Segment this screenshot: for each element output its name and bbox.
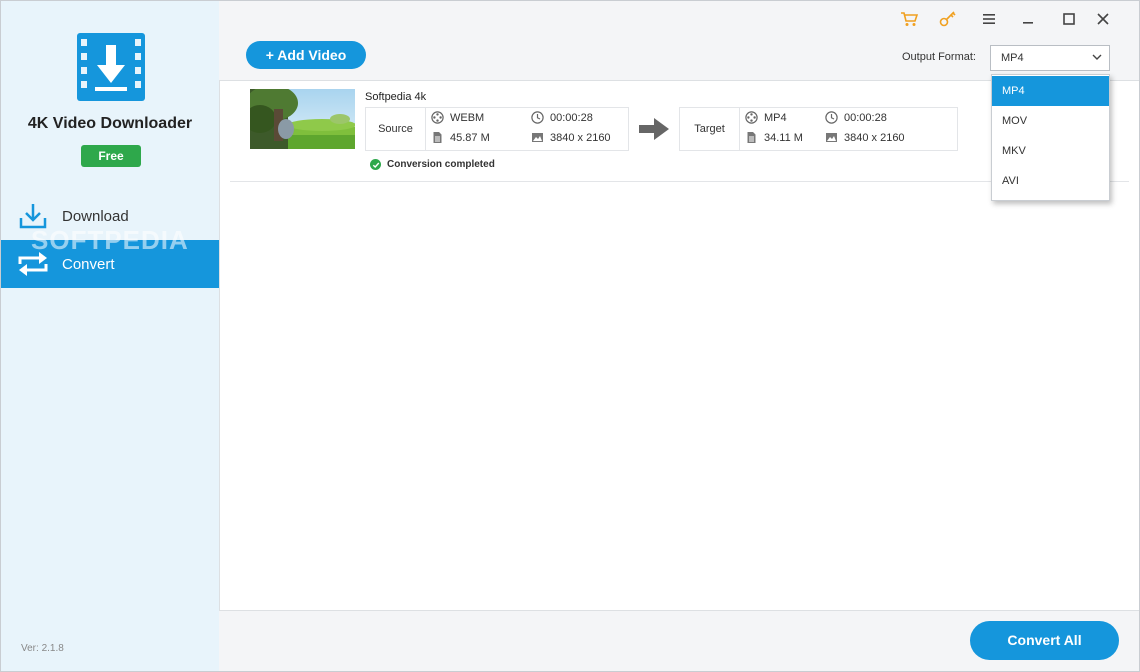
source-duration-value: 00:00:28 <box>550 111 593 124</box>
image-icon <box>532 133 543 142</box>
chevron-down-icon <box>1092 54 1102 60</box>
app-name: 4K Video Downloader <box>27 115 193 132</box>
cart-icon[interactable] <box>899 10 919 28</box>
app-window: 4K Video Downloader Free Download Conver… <box>0 0 1140 672</box>
sidebar-item-label: Convert <box>62 255 115 273</box>
source-resolution-value: 3840 x 2160 <box>550 131 611 144</box>
target-resolution: 3840 x 2160 <box>825 131 905 144</box>
film-reel-icon <box>745 111 758 124</box>
close-icon[interactable] <box>1093 10 1113 28</box>
download-icon <box>16 199 50 233</box>
file-icon <box>747 132 756 143</box>
sidebar-item-label: Download <box>62 207 129 225</box>
source-duration: 00:00:28 <box>531 111 593 124</box>
file-icon <box>433 132 442 143</box>
source-resolution: 3840 x 2160 <box>531 131 611 144</box>
check-circle-icon <box>370 159 381 170</box>
source-size-value: 45.87 M <box>450 131 490 144</box>
menu-icon[interactable] <box>979 10 999 28</box>
output-format-label: Output Format: <box>902 51 976 63</box>
sidebar: 4K Video Downloader Free Download Conver… <box>1 1 219 671</box>
target-duration: 00:00:28 <box>825 111 887 124</box>
add-video-button[interactable]: + Add Video <box>246 41 366 69</box>
conversion-status: Conversion completed <box>370 159 495 170</box>
image-icon <box>826 133 837 142</box>
free-badge[interactable]: Free <box>81 145 141 167</box>
maximize-icon[interactable] <box>1059 10 1079 28</box>
target-info-box: Target <box>679 107 958 151</box>
app-logo-icon <box>77 33 145 101</box>
clock-icon <box>531 111 544 124</box>
target-resolution-value: 3840 x 2160 <box>844 131 905 144</box>
sidebar-item-convert[interactable]: Convert <box>1 240 219 288</box>
conversion-status-text: Conversion completed <box>387 159 495 170</box>
format-option-mp4[interactable]: MP4 <box>992 76 1109 106</box>
target-size: 34.11 M <box>745 131 803 144</box>
arrow-right-icon <box>639 118 669 140</box>
video-title: Softpedia 4k <box>365 91 427 103</box>
target-size-value: 34.11 M <box>764 131 803 144</box>
convert-all-button[interactable]: Convert All <box>970 621 1119 660</box>
minimize-icon[interactable] <box>1018 10 1038 28</box>
format-option-mov[interactable]: MOV <box>992 106 1109 136</box>
source-format: WEBM <box>431 111 484 124</box>
target-format: MP4 <box>745 111 787 124</box>
sidebar-item-download[interactable]: Download <box>1 192 219 240</box>
convert-icon <box>16 247 50 281</box>
output-format-dropdown: MP4 MOV MKV AVI <box>991 74 1110 201</box>
film-reel-icon <box>431 111 444 124</box>
target-format-value: MP4 <box>764 111 787 124</box>
clock-icon <box>825 111 838 124</box>
target-duration-value: 00:00:28 <box>844 111 887 124</box>
target-label: Target <box>680 108 740 150</box>
output-format-value: MP4 <box>1001 52 1024 64</box>
format-option-mkv[interactable]: MKV <box>992 136 1109 166</box>
source-label: Source <box>366 108 426 150</box>
format-option-avi[interactable]: AVI <box>992 166 1109 196</box>
source-size: 45.87 M <box>431 131 490 144</box>
output-format-select[interactable]: MP4 <box>990 45 1110 71</box>
video-thumbnail[interactable] <box>250 89 355 149</box>
key-icon[interactable] <box>938 10 958 28</box>
version-label: Ver: 2.1.8 <box>21 643 64 654</box>
source-format-value: WEBM <box>450 111 485 124</box>
